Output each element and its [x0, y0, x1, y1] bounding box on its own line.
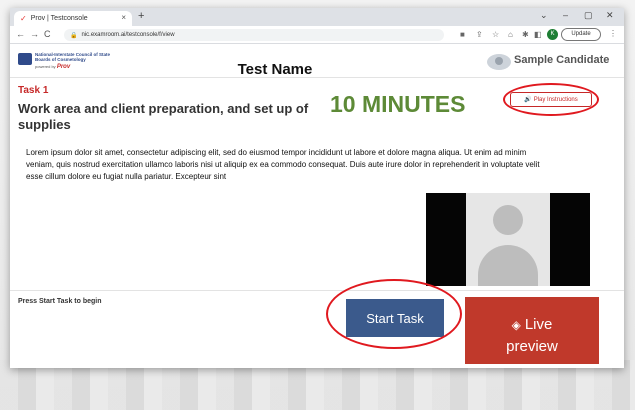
extension-icon[interactable]: ⌂ [508, 30, 513, 39]
browser-window: ✓ Prov | Testconsole × + ⌄ – ▢ ✕ ← → C 🔒… [10, 8, 624, 368]
task-title: Work area and client preparation, and se… [18, 101, 309, 132]
council-logo: National-Interstate Council of State Boa… [18, 51, 128, 75]
tab-bar: ✓ Prov | Testconsole × + ⌄ – ▢ ✕ [10, 8, 624, 26]
close-tab-icon[interactable]: × [121, 13, 126, 22]
reload-icon[interactable]: C [44, 29, 51, 39]
address-bar: ← → C 🔒 nic.examroom.ai/testconsole/f/vi… [10, 26, 624, 44]
lock-icon: 🔒 [70, 32, 78, 39]
test-name: Test Name [237, 61, 313, 78]
live-label: Live [524, 316, 553, 333]
url-field[interactable]: 🔒 nic.examroom.ai/testconsole/f/view [64, 29, 444, 41]
highlight-ring-play [503, 83, 599, 116]
powered-by: powered by Prov [35, 64, 71, 70]
task-description: Lorem ipsum dolor sit amet, consectetur … [26, 148, 540, 181]
star-icon[interactable]: ☆ [492, 30, 499, 39]
person-placeholder-icon [466, 193, 550, 286]
header-divider [10, 77, 624, 78]
profile-avatar[interactable]: K [547, 29, 558, 40]
new-tab-icon[interactable]: + [138, 10, 144, 22]
update-button[interactable]: Update [561, 28, 601, 41]
camera-icon[interactable]: ■ [460, 30, 465, 39]
live-preview-button[interactable]: ◈ Live preview [465, 297, 599, 364]
candidate-name: Sample Candidate [514, 54, 610, 66]
forward-arrow-icon[interactable]: → [30, 29, 39, 39]
browser-tab[interactable]: ✓ Prov | Testconsole × [14, 11, 132, 26]
video-preview [426, 193, 590, 286]
kebab-menu-icon[interactable]: ⋮ [609, 29, 617, 38]
council-logo-mark [18, 53, 32, 65]
task-timer: 10 MINUTES [330, 91, 466, 117]
puzzle-icon[interactable]: ✱ [522, 30, 529, 39]
url-text: nic.examroom.ai/testconsole/f/view [81, 32, 175, 38]
prov-brand: Prov [56, 64, 71, 70]
checkmark-favicon-icon: ✓ [20, 14, 27, 23]
eye-slash-icon: ◈ [511, 318, 521, 332]
maximize-icon[interactable]: ▢ [584, 10, 593, 21]
highlight-ring-start [326, 279, 462, 349]
chevron-down-icon[interactable]: ⌄ [540, 10, 548, 21]
logo-text: National-Interstate Council of State Boa… [35, 52, 111, 62]
preview-label: preview [506, 338, 558, 355]
window-close-icon[interactable]: ✕ [606, 10, 614, 21]
task-number: Task 1 [18, 85, 49, 96]
sidebar-icon[interactable]: ◧ [534, 30, 542, 39]
candidate-avatar [487, 54, 511, 70]
page-content: National-Interstate Council of State Boa… [10, 45, 624, 368]
footer-divider [10, 290, 624, 291]
start-instructions: Press Start Task to begin [18, 298, 102, 305]
back-arrow-icon[interactable]: ← [16, 29, 25, 39]
minimize-icon[interactable]: – [563, 10, 568, 20]
share-icon[interactable]: ⇪ [476, 30, 483, 39]
tab-title: Prov | Testconsole [30, 15, 88, 22]
